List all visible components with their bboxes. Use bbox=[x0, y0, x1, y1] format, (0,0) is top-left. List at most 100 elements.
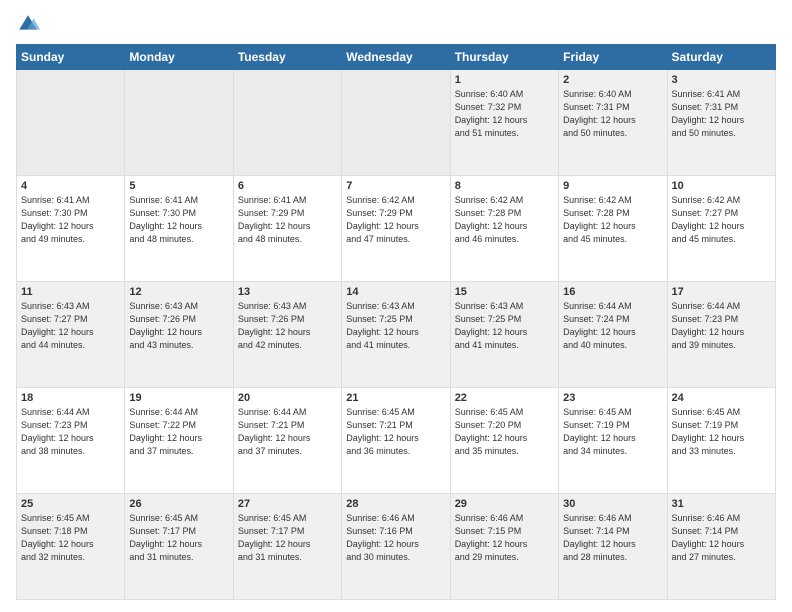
calendar-cell: 8Sunrise: 6:42 AM Sunset: 7:28 PM Daylig… bbox=[450, 176, 558, 282]
calendar-cell: 4 Sunrise: 6:41 AM Sunset: 7:30 PM Daylig… bbox=[17, 176, 125, 282]
calendar-cell: 9 Sunrise: 6:42 AM Sunset: 7:28 PM Daylig… bbox=[559, 176, 667, 282]
calendar-cell: 10Sunrise: 6:42 AM Sunset: 7:27 PM Dayli… bbox=[667, 176, 775, 282]
calendar-row: 18Sunrise: 6:44 AM Sunset: 7:23 PM Dayli… bbox=[17, 388, 776, 494]
calendar-cell: 19Sunrise: 6:44 AM Sunset: 7:22 PM Dayli… bbox=[125, 388, 233, 494]
day-info: Sunrise: 6:42 AM Sunset: 7:28 PM Dayligh… bbox=[455, 194, 554, 246]
day-info: Sunrise: 6:45 AM Sunset: 7:18 PM Dayligh… bbox=[21, 512, 120, 564]
calendar-cell: 16 Sunrise: 6:44 AM Sunset: 7:24 PM Dayli… bbox=[559, 282, 667, 388]
day-info: Sunrise: 6:44 AM Sunset: 7:21 PM Dayligh… bbox=[238, 406, 337, 458]
weekday-header: Thursday bbox=[450, 45, 558, 70]
calendar-cell: 29 Sunrise: 6:46 AM Sunset: 7:15 PM Dayli… bbox=[450, 494, 558, 600]
calendar-cell: 1 Sunrise: 6:40 AM Sunset: 7:32 PM Daylig… bbox=[450, 70, 558, 176]
day-info: Sunrise: 6:43 AM Sunset: 7:25 PM Dayligh… bbox=[455, 300, 554, 352]
calendar-cell: 24Sunrise: 6:45 AM Sunset: 7:19 PM Dayli… bbox=[667, 388, 775, 494]
day-number: 22 bbox=[455, 392, 554, 404]
calendar-cell: 3 Sunrise: 6:41 AM Sunset: 7:31 PM Daylig… bbox=[667, 70, 775, 176]
day-info: Sunrise: 6:40 AM Sunset: 7:32 PM Dayligh… bbox=[455, 88, 554, 140]
calendar-cell: 23Sunrise: 6:45 AM Sunset: 7:19 PM Dayli… bbox=[559, 388, 667, 494]
day-info: Sunrise: 6:41 AM Sunset: 7:29 PM Dayligh… bbox=[238, 194, 337, 246]
weekday-header: Sunday bbox=[17, 45, 125, 70]
day-number: 24 bbox=[672, 392, 771, 404]
calendar-cell: 7 Sunrise: 6:42 AM Sunset: 7:29 PM Daylig… bbox=[342, 176, 450, 282]
day-number: 14 bbox=[346, 286, 445, 298]
day-info: Sunrise: 6:44 AM Sunset: 7:24 PM Dayligh… bbox=[563, 300, 662, 352]
day-info: Sunrise: 6:46 AM Sunset: 7:14 PM Dayligh… bbox=[672, 512, 771, 564]
day-number: 25 bbox=[21, 498, 120, 510]
day-info: Sunrise: 6:45 AM Sunset: 7:17 PM Dayligh… bbox=[129, 512, 228, 564]
day-number: 16 bbox=[563, 286, 662, 298]
day-number: 27 bbox=[238, 498, 337, 510]
calendar-row: 11 Sunrise: 6:43 AM Sunset: 7:27 PM Dayli… bbox=[17, 282, 776, 388]
calendar-cell: 28 Sunrise: 6:46 AM Sunset: 7:16 PM Dayli… bbox=[342, 494, 450, 600]
day-info: Sunrise: 6:41 AM Sunset: 7:30 PM Dayligh… bbox=[129, 194, 228, 246]
calendar-cell bbox=[233, 70, 341, 176]
calendar-cell: 22 Sunrise: 6:45 AM Sunset: 7:20 PM Dayli… bbox=[450, 388, 558, 494]
calendar-cell: 31 Sunrise: 6:46 AM Sunset: 7:14 PM Dayli… bbox=[667, 494, 775, 600]
calendar-cell: 26 Sunrise: 6:45 AM Sunset: 7:17 PM Dayli… bbox=[125, 494, 233, 600]
day-number: 7 bbox=[346, 180, 445, 192]
day-number: 26 bbox=[129, 498, 228, 510]
calendar-cell bbox=[125, 70, 233, 176]
calendar-page: SundayMondayTuesdayWednesdayThursdayFrid… bbox=[0, 0, 792, 612]
logo bbox=[16, 12, 44, 36]
day-info: Sunrise: 6:46 AM Sunset: 7:14 PM Dayligh… bbox=[563, 512, 662, 564]
calendar-cell: 17 Sunrise: 6:44 AM Sunset: 7:23 PM Dayli… bbox=[667, 282, 775, 388]
day-number: 29 bbox=[455, 498, 554, 510]
day-info: Sunrise: 6:44 AM Sunset: 7:22 PM Dayligh… bbox=[129, 406, 228, 458]
day-info: Sunrise: 6:43 AM Sunset: 7:25 PM Dayligh… bbox=[346, 300, 445, 352]
day-info: Sunrise: 6:45 AM Sunset: 7:17 PM Dayligh… bbox=[238, 512, 337, 564]
weekday-header: Tuesday bbox=[233, 45, 341, 70]
logo-icon bbox=[16, 12, 40, 36]
day-number: 5 bbox=[129, 180, 228, 192]
day-number: 20 bbox=[238, 392, 337, 404]
day-info: Sunrise: 6:44 AM Sunset: 7:23 PM Dayligh… bbox=[672, 300, 771, 352]
day-number: 10 bbox=[672, 180, 771, 192]
calendar-row: 1 Sunrise: 6:40 AM Sunset: 7:32 PM Daylig… bbox=[17, 70, 776, 176]
day-info: Sunrise: 6:45 AM Sunset: 7:21 PM Dayligh… bbox=[346, 406, 445, 458]
day-info: Sunrise: 6:41 AM Sunset: 7:30 PM Dayligh… bbox=[21, 194, 120, 246]
day-info: Sunrise: 6:40 AM Sunset: 7:31 PM Dayligh… bbox=[563, 88, 662, 140]
day-number: 30 bbox=[563, 498, 662, 510]
day-number: 11 bbox=[21, 286, 120, 298]
weekday-header: Friday bbox=[559, 45, 667, 70]
day-number: 4 bbox=[21, 180, 120, 192]
calendar-cell: 11 Sunrise: 6:43 AM Sunset: 7:27 PM Dayli… bbox=[17, 282, 125, 388]
day-number: 13 bbox=[238, 286, 337, 298]
day-number: 18 bbox=[21, 392, 120, 404]
calendar-row: 4 Sunrise: 6:41 AM Sunset: 7:30 PM Daylig… bbox=[17, 176, 776, 282]
day-number: 3 bbox=[672, 74, 771, 86]
header bbox=[16, 12, 776, 36]
day-number: 1 bbox=[455, 74, 554, 86]
calendar-cell: 12 Sunrise: 6:43 AM Sunset: 7:26 PM Dayli… bbox=[125, 282, 233, 388]
calendar-cell: 21 Sunrise: 6:45 AM Sunset: 7:21 PM Dayli… bbox=[342, 388, 450, 494]
day-info: Sunrise: 6:42 AM Sunset: 7:28 PM Dayligh… bbox=[563, 194, 662, 246]
calendar-cell bbox=[17, 70, 125, 176]
day-info: Sunrise: 6:43 AM Sunset: 7:27 PM Dayligh… bbox=[21, 300, 120, 352]
day-number: 28 bbox=[346, 498, 445, 510]
day-info: Sunrise: 6:46 AM Sunset: 7:15 PM Dayligh… bbox=[455, 512, 554, 564]
day-number: 2 bbox=[563, 74, 662, 86]
day-number: 17 bbox=[672, 286, 771, 298]
day-info: Sunrise: 6:45 AM Sunset: 7:19 PM Dayligh… bbox=[563, 406, 662, 458]
calendar-cell: 5 Sunrise: 6:41 AM Sunset: 7:30 PM Daylig… bbox=[125, 176, 233, 282]
calendar-cell: 20 Sunrise: 6:44 AM Sunset: 7:21 PM Dayli… bbox=[233, 388, 341, 494]
weekday-header-row: SundayMondayTuesdayWednesdayThursdayFrid… bbox=[17, 45, 776, 70]
calendar-cell bbox=[342, 70, 450, 176]
calendar-cell: 14 Sunrise: 6:43 AM Sunset: 7:25 PM Dayli… bbox=[342, 282, 450, 388]
day-info: Sunrise: 6:41 AM Sunset: 7:31 PM Dayligh… bbox=[672, 88, 771, 140]
day-info: Sunrise: 6:43 AM Sunset: 7:26 PM Dayligh… bbox=[238, 300, 337, 352]
day-number: 12 bbox=[129, 286, 228, 298]
calendar-cell: 30 Sunrise: 6:46 AM Sunset: 7:14 PM Dayli… bbox=[559, 494, 667, 600]
day-info: Sunrise: 6:42 AM Sunset: 7:29 PM Dayligh… bbox=[346, 194, 445, 246]
calendar-cell: 6Sunrise: 6:41 AM Sunset: 7:29 PM Daylig… bbox=[233, 176, 341, 282]
day-info: Sunrise: 6:43 AM Sunset: 7:26 PM Dayligh… bbox=[129, 300, 228, 352]
calendar-cell: 2 Sunrise: 6:40 AM Sunset: 7:31 PM Daylig… bbox=[559, 70, 667, 176]
calendar-cell: 15Sunrise: 6:43 AM Sunset: 7:25 PM Dayli… bbox=[450, 282, 558, 388]
day-info: Sunrise: 6:46 AM Sunset: 7:16 PM Dayligh… bbox=[346, 512, 445, 564]
calendar-cell: 27 Sunrise: 6:45 AM Sunset: 7:17 PM Dayli… bbox=[233, 494, 341, 600]
day-number: 31 bbox=[672, 498, 771, 510]
calendar-row: 25 Sunrise: 6:45 AM Sunset: 7:18 PM Dayli… bbox=[17, 494, 776, 600]
day-number: 9 bbox=[563, 180, 662, 192]
day-number: 21 bbox=[346, 392, 445, 404]
day-info: Sunrise: 6:45 AM Sunset: 7:20 PM Dayligh… bbox=[455, 406, 554, 458]
